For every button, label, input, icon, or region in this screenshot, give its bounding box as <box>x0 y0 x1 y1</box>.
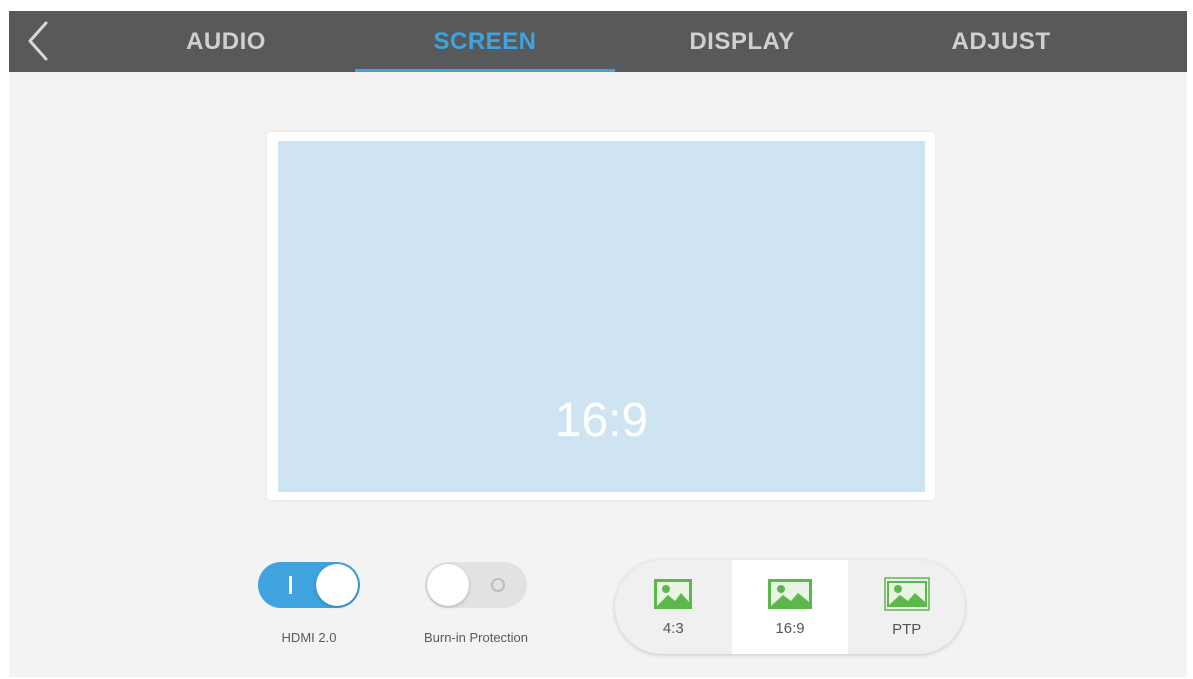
tab-display[interactable]: DISPLAY <box>612 11 872 72</box>
tab-adjust-label: ADJUST <box>951 27 1051 55</box>
toggle-off-mark-icon <box>491 578 505 592</box>
aspect-option-4-3[interactable]: 4:3 <box>615 560 732 654</box>
image-icon <box>883 576 930 611</box>
active-tab-indicator <box>355 69 615 72</box>
aspect-option-label: PTP <box>892 620 922 638</box>
hdmi-toggle-label: HDMI 2.0 <box>281 630 337 645</box>
hdmi-2-0-toggle[interactable] <box>258 562 360 608</box>
tab-screen-label: SCREEN <box>433 27 537 55</box>
settings-panel: AUDIO SCREEN DISPLAY ADJUST 16:9 HDMI 2.… <box>9 11 1187 677</box>
image-icon <box>654 578 693 609</box>
tab-display-label: DISPLAY <box>689 27 795 55</box>
burn-in-toggle-label: Burn-in Protection <box>423 630 529 645</box>
aspect-ratio-selector: 4:3 16:9 PTP <box>615 560 965 654</box>
hdmi-toggle-group: HDMI 2.0 <box>239 562 379 645</box>
top-nav-bar: AUDIO SCREEN DISPLAY ADJUST <box>9 11 1187 72</box>
aspect-option-16-9[interactable]: 16:9 <box>731 560 849 654</box>
aspect-option-label: 16:9 <box>775 619 805 637</box>
image-icon <box>768 578 812 609</box>
aspect-option-ptp[interactable]: PTP <box>848 560 965 654</box>
tab-audio[interactable]: AUDIO <box>96 11 356 72</box>
chevron-left-icon <box>28 21 48 61</box>
toggle-on-mark-icon <box>289 576 292 594</box>
preview-aspect-label: 16:9 <box>554 394 649 447</box>
tab-audio-label: AUDIO <box>186 27 266 55</box>
burn-in-toggle-group: Burn-in Protection <box>406 562 546 645</box>
burn-in-protection-toggle[interactable] <box>425 562 527 608</box>
screen-preview: 16:9 <box>278 141 925 492</box>
toggle-knob <box>427 564 469 606</box>
aspect-option-label: 4:3 <box>662 619 684 637</box>
toggle-knob <box>316 564 358 606</box>
tab-adjust[interactable]: ADJUST <box>871 11 1131 72</box>
screen-preview-card: 16:9 <box>267 132 935 500</box>
back-button[interactable] <box>21 19 55 63</box>
tab-screen[interactable]: SCREEN <box>355 11 615 72</box>
